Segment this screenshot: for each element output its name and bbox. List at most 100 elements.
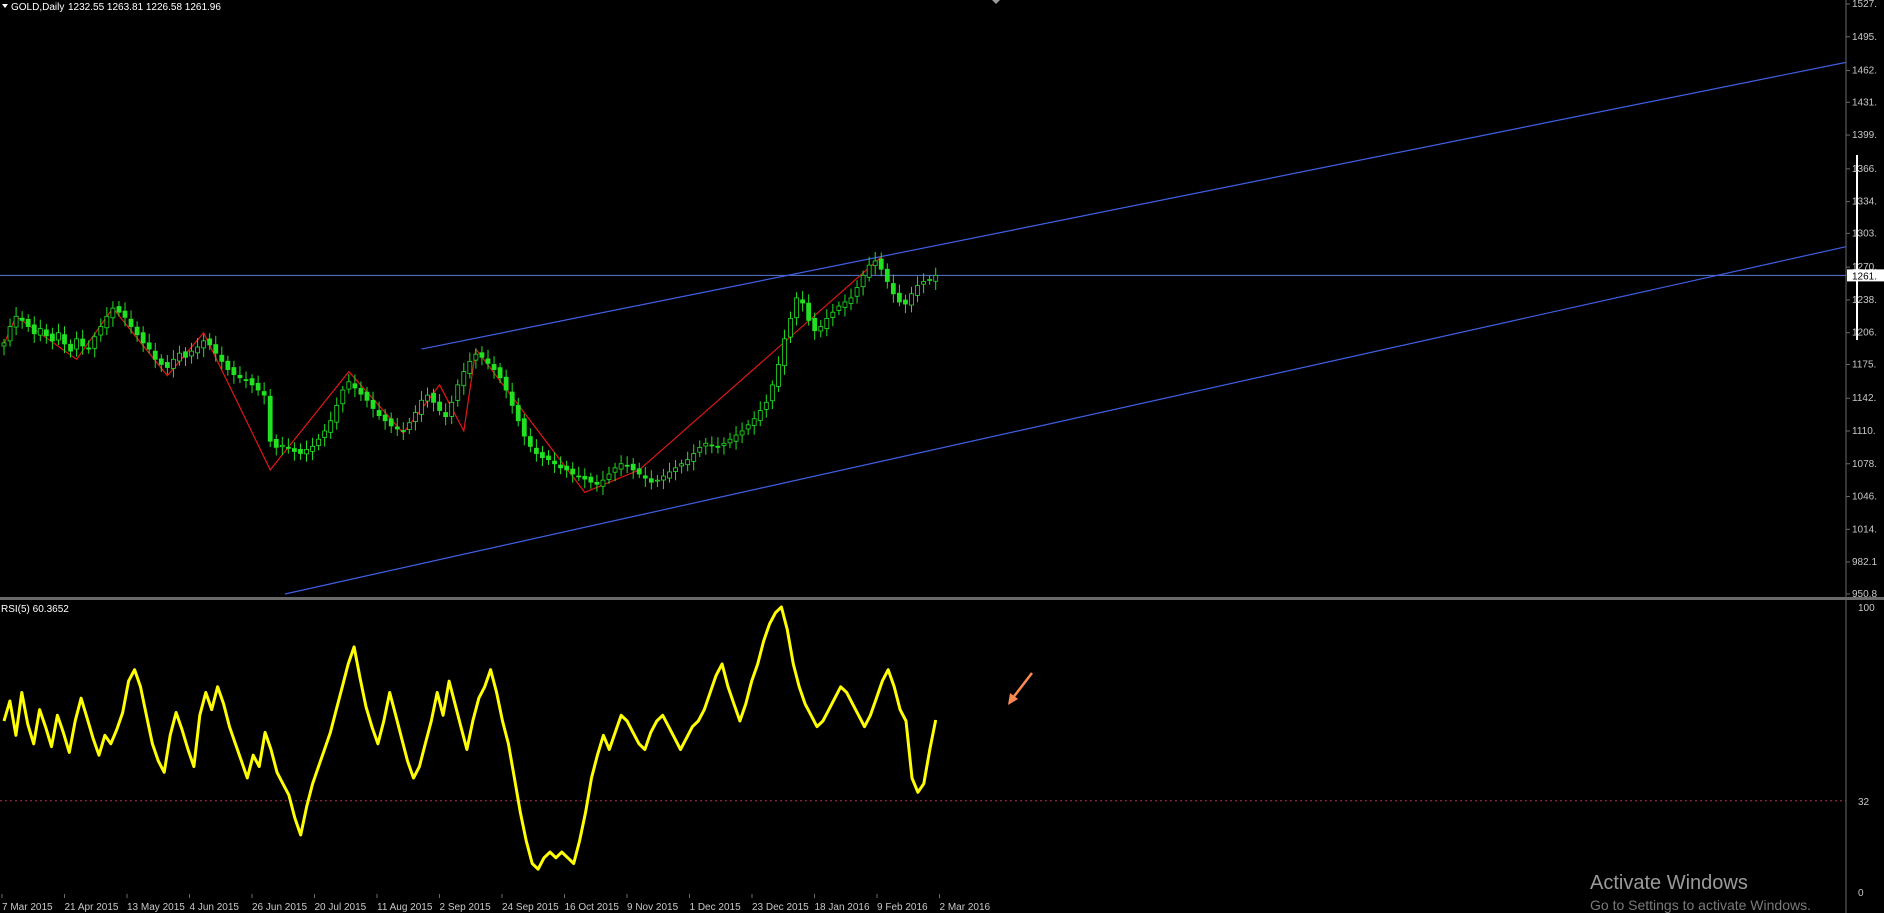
- candle-body: [376, 410, 382, 417]
- price-tick-label: 1014.: [1852, 524, 1877, 535]
- chart-shift-marker[interactable]: [992, 0, 1000, 4]
- candle-body: [31, 324, 37, 335]
- candle-body: [673, 467, 678, 472]
- candle-body: [479, 352, 485, 358]
- candle-body: [503, 376, 509, 391]
- candle: [685, 451, 691, 472]
- candle-body: [201, 340, 207, 349]
- candle: [933, 267, 939, 290]
- candle: [897, 284, 902, 307]
- candle-body: [273, 438, 279, 448]
- candle: [600, 470, 606, 496]
- candle: [382, 409, 388, 430]
- candle: [854, 280, 860, 304]
- candle: [782, 329, 787, 375]
- candle-body: [13, 315, 19, 328]
- price-tick-label: 1462.: [1852, 66, 1877, 77]
- ohlc-readout: 1232.55 1263.81 1226.58 1261.96: [68, 2, 221, 13]
- candle: [56, 323, 61, 346]
- candle-body: [830, 311, 836, 318]
- symbol-title: GOLD,Daily: [11, 2, 64, 13]
- candle-body: [636, 468, 642, 475]
- time-tick-label: 2 Sep 2015: [440, 902, 492, 913]
- candle-body: [878, 258, 884, 270]
- candle: [630, 457, 636, 479]
- candle-body: [655, 479, 660, 482]
- price-tick-label: 1527.: [1852, 0, 1877, 10]
- candle: [715, 437, 721, 454]
- price-scale-scroll-indicator[interactable]: [1856, 155, 1858, 340]
- candle-body: [594, 481, 600, 485]
- candle-body: [400, 430, 406, 432]
- chart-canvas[interactable]: GOLD,Daily 1232.55 1263.81 1226.58 1261.…: [0, 0, 1884, 913]
- candle-body: [467, 360, 473, 374]
- candle-body: [515, 405, 521, 422]
- candle: [661, 468, 666, 490]
- candle-body: [648, 478, 654, 483]
- candle-body: [679, 463, 684, 467]
- candle: [576, 466, 582, 481]
- candle: [564, 460, 570, 478]
- candle-body: [183, 351, 188, 358]
- candle-body: [576, 475, 582, 478]
- candle: [431, 388, 436, 412]
- time-tick-label: 9 Feb 2016: [877, 902, 928, 913]
- candle-body: [757, 410, 763, 421]
- candle-body: [661, 475, 666, 481]
- candle: [298, 443, 303, 460]
- candle: [400, 422, 406, 441]
- candle: [443, 403, 449, 426]
- candle: [249, 374, 255, 394]
- rsi-pane: 100 32 0: [0, 603, 1875, 899]
- candle-body: [642, 475, 648, 479]
- candle-body: [7, 326, 13, 342]
- candle-body: [213, 344, 219, 354]
- annotation-arrow-icon: [1008, 672, 1033, 705]
- candle: [122, 302, 128, 327]
- trading-chart-window[interactable]: GOLD,Daily 1232.55 1263.81 1226.58 1261.…: [0, 0, 1884, 913]
- candle: [25, 314, 31, 332]
- candle: [612, 462, 618, 482]
- candle-body: [358, 388, 364, 395]
- candle-body: [449, 401, 455, 417]
- candle-body: [739, 430, 745, 436]
- candle-body: [207, 338, 213, 346]
- candle: [419, 391, 424, 422]
- candle-body: [431, 392, 436, 403]
- candle-body: [437, 401, 443, 411]
- candle-body: [455, 384, 461, 401]
- candle: [328, 411, 334, 439]
- price-tick-label: 1142.: [1852, 393, 1876, 404]
- price-tick-label: 1078.: [1852, 459, 1877, 470]
- candle-body: [509, 391, 515, 406]
- candle-body: [812, 317, 818, 332]
- candle: [909, 286, 914, 313]
- watermark-subtitle: Go to Settings to activate Windows.: [1590, 897, 1811, 913]
- price-tick-label: 1366.: [1852, 164, 1877, 175]
- candle-body: [128, 318, 134, 327]
- candle-body: [933, 274, 939, 282]
- candle: [830, 303, 836, 327]
- candle: [352, 374, 358, 398]
- candle-body: [715, 445, 721, 448]
- candle-body: [745, 424, 751, 430]
- candle-body: [788, 317, 793, 338]
- candle: [503, 369, 509, 399]
- candle: [467, 352, 473, 379]
- candle-body: [322, 430, 328, 438]
- candle-body: [74, 338, 79, 350]
- candle-body: [219, 354, 225, 362]
- price-overlay-lines: 1261.: [0, 61, 1884, 595]
- candle-body: [909, 293, 914, 306]
- candle: [449, 395, 455, 425]
- candle: [588, 472, 594, 489]
- candle-body: [249, 378, 255, 386]
- candle-body: [600, 479, 606, 487]
- candle: [806, 294, 812, 326]
- symbol-menu-triangle-icon[interactable]: [2, 4, 8, 8]
- candle: [13, 307, 19, 336]
- candle-body: [794, 297, 799, 319]
- candle: [37, 319, 43, 342]
- candle: [68, 339, 73, 358]
- price-tick-label: 1334.: [1852, 197, 1877, 208]
